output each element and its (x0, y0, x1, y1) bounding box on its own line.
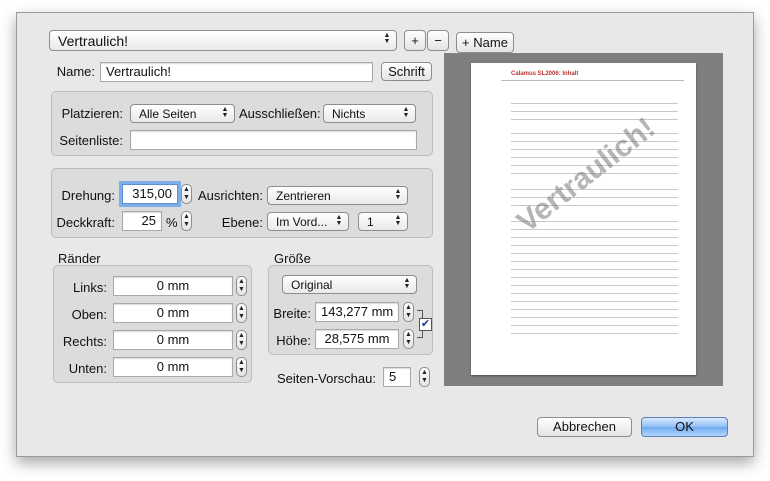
toc-line (511, 245, 678, 246)
place-popup[interactable]: Alle Seiten ▲ ▼ (130, 104, 235, 123)
toc-line (511, 269, 678, 270)
opacity-label: Deckkraft: (56, 215, 115, 230)
margin-left-label: Links: (73, 280, 107, 295)
size-mode-value: Original (291, 278, 333, 292)
add-name-button[interactable]: + Name (456, 32, 514, 53)
preset-popup[interactable]: Vertraulich! ▲ ▼ (49, 30, 397, 51)
watermark-dialog: Vertraulich! ▲ ▼ + − + Name Name: Vertrau… (16, 12, 754, 457)
popup-arrows-icon: ▲ ▼ (335, 214, 343, 227)
pagelist-field[interactable] (130, 130, 417, 150)
ok-button[interactable]: OK (641, 417, 728, 437)
toc-line (511, 317, 678, 318)
name-label: Name: (56, 64, 95, 79)
layer-popup[interactable]: Im Vord... ▲ ▼ (267, 212, 349, 231)
rotation-label: Drehung: (61, 188, 115, 203)
cancel-button[interactable]: Abbrechen (537, 417, 632, 437)
layer-index-value: 1 (367, 215, 374, 229)
width-stepper[interactable]: ▲ ▼ (403, 302, 414, 322)
width-field[interactable]: 143,277 mm (315, 302, 399, 322)
pages-preview-label: Seiten-Vorschau: (276, 371, 376, 386)
margin-right-stepper[interactable]: ▲ ▼ (236, 330, 247, 350)
place-label: Platzieren: (61, 106, 123, 121)
height-stepper[interactable]: ▲ ▼ (403, 329, 414, 349)
place-popup-value: Alle Seiten (139, 107, 197, 121)
exclude-label: Ausschließen: (239, 106, 321, 121)
layer-index-popup[interactable]: 1 ▲ ▼ (358, 212, 408, 231)
layer-popup-value: Im Vord... (276, 215, 328, 229)
size-mode-popup[interactable]: Original ▲ ▼ (282, 275, 417, 294)
popup-arrows-icon: ▲ ▼ (394, 188, 402, 201)
margin-right-label: Rechts: (62, 334, 107, 349)
margin-bottom-field[interactable]: 0 mm (113, 357, 233, 377)
remove-preset-button[interactable]: − (427, 30, 449, 51)
margin-top-field[interactable]: 0 mm (113, 303, 233, 323)
toc-line (511, 293, 678, 294)
preview-doc-header: Calamus SL2006: Inhalt (511, 71, 579, 77)
margin-left-stepper[interactable]: ▲ ▼ (236, 276, 247, 296)
toc-line (511, 301, 678, 302)
preview-page: Calamus SL2006: Inhalt Vertraulich! (471, 63, 696, 375)
font-button[interactable]: Schrift (381, 62, 432, 81)
popup-arrows-icon: ▲ ▼ (402, 106, 410, 119)
margin-bottom-label: Unten: (68, 361, 107, 376)
opacity-field[interactable]: 25 (122, 211, 162, 231)
align-popup-value: Zentrieren (276, 189, 331, 203)
height-field[interactable]: 28,575 mm (315, 329, 399, 349)
toc-line (511, 333, 678, 334)
opacity-unit: % (166, 215, 178, 230)
rotation-stepper[interactable]: ▲ ▼ (181, 184, 192, 204)
toc-line (511, 285, 678, 286)
popup-arrows-icon: ▲ ▼ (403, 277, 411, 290)
toc-line (511, 277, 678, 278)
toc-line (511, 325, 678, 326)
margin-right-field[interactable]: 0 mm (113, 330, 233, 350)
keep-proportions-checkbox[interactable]: ✔ (419, 318, 432, 331)
add-preset-button[interactable]: + (404, 30, 426, 51)
toc-line (511, 253, 678, 254)
toc-line (511, 237, 678, 238)
toc-line (511, 309, 678, 310)
pages-preview-field[interactable]: 5 (383, 367, 411, 387)
margin-bottom-stepper[interactable]: ▲ ▼ (236, 357, 247, 377)
rotation-field[interactable]: 315,00 (122, 184, 178, 204)
popup-arrows-icon: ▲ ▼ (394, 214, 402, 227)
exclude-popup-value: Nichts (332, 107, 366, 121)
preset-popup-value: Vertraulich! (58, 33, 129, 49)
preview-header-rule (501, 80, 684, 81)
margin-left-field[interactable]: 0 mm (113, 276, 233, 296)
opacity-stepper[interactable]: ▲ ▼ (181, 211, 192, 231)
name-field[interactable]: Vertraulich! (100, 62, 373, 82)
align-popup[interactable]: Zentrieren ▲ ▼ (267, 186, 408, 205)
pages-preview-stepper[interactable]: ▲ ▼ (419, 367, 430, 387)
margin-top-stepper[interactable]: ▲ ▼ (236, 303, 247, 323)
margin-top-label: Oben: (71, 307, 107, 322)
height-label: Höhe: (276, 333, 311, 348)
width-label: Breite: (273, 306, 311, 321)
layer-label: Ebene: (221, 215, 263, 230)
popup-arrows-icon: ▲ ▼ (221, 106, 229, 119)
toc-line (511, 261, 678, 262)
page-preview: Calamus SL2006: Inhalt Vertraulich! (444, 53, 723, 386)
popup-arrows-icon: ▲ ▼ (383, 32, 391, 45)
align-label: Ausrichten: (197, 188, 263, 203)
pagelist-label: Seitenliste: (59, 133, 123, 148)
exclude-popup[interactable]: Nichts ▲ ▼ (323, 104, 416, 123)
